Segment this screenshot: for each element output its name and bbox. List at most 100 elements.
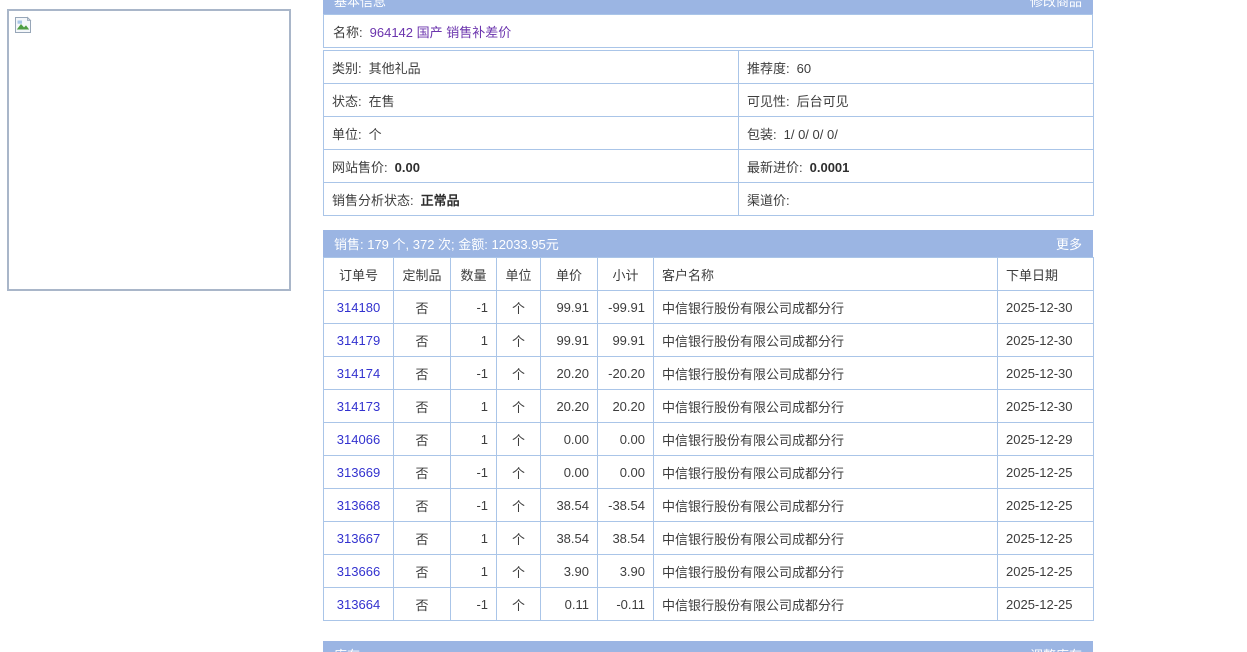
customized-cell: 否 [394, 423, 451, 456]
header-unit-price: 单价 [541, 258, 598, 291]
order-link[interactable]: 314066 [337, 432, 380, 447]
edit-product-link[interactable]: 修改商品 [1030, 0, 1082, 10]
broken-image-icon [13, 15, 33, 35]
header-customer: 客户名称 [654, 258, 998, 291]
order-row: 314173 否 1 个 20.20 20.20 中信银行股份有限公司成都分行 … [324, 390, 1094, 423]
site-price-value: 0.00 [395, 160, 420, 175]
channel-price-cell: 渠道价: [739, 183, 1094, 216]
order-date-cell: 2025-12-25 [998, 555, 1094, 588]
header-customized: 定制品 [394, 258, 451, 291]
order-date-cell: 2025-12-25 [998, 489, 1094, 522]
quantity-cell: -1 [451, 588, 497, 621]
order-date-cell: 2025-12-25 [998, 588, 1094, 621]
unit-cell: 个 [497, 456, 541, 489]
order-link[interactable]: 314173 [337, 399, 380, 414]
order-row: 313666 否 1 个 3.90 3.90 中信银行股份有限公司成都分行 20… [324, 555, 1094, 588]
order-link[interactable]: 313669 [337, 465, 380, 480]
quantity-cell: 1 [451, 555, 497, 588]
unit-cell: 个 [497, 489, 541, 522]
info-row-category: 类别:其他礼品 推荐度:60 [324, 51, 1094, 84]
product-name-link[interactable]: 964142 国产 销售补差价 [370, 22, 512, 41]
visibility-cell: 可见性:后台可见 [739, 84, 1094, 117]
order-link[interactable]: 313666 [337, 564, 380, 579]
unit-cell: 个 [497, 390, 541, 423]
unit-price-cell: 0.11 [541, 588, 598, 621]
site-price-cell: 网站售价: 0.00 [324, 150, 739, 183]
unit-price-cell: 20.20 [541, 357, 598, 390]
quantity-cell: 1 [451, 423, 497, 456]
order-row: 314066 否 1 个 0.00 0.00 中信银行股份有限公司成都分行 20… [324, 423, 1094, 456]
quantity-cell: 1 [451, 324, 497, 357]
package-value: 1/ 0/ 0/ 0/ [784, 127, 838, 142]
order-link[interactable]: 313667 [337, 531, 380, 546]
order-link[interactable]: 313668 [337, 498, 380, 513]
latest-cost-cell: 最新进价:0.0001 [739, 150, 1094, 183]
unit-label: 单位: [332, 127, 362, 142]
subtotal-cell: 0.00 [598, 423, 654, 456]
header-quantity: 数量 [451, 258, 497, 291]
unit-price-cell: 0.00 [541, 423, 598, 456]
customer-cell: 中信银行股份有限公司成都分行 [654, 456, 998, 489]
inventory-action-link[interactable]: 调整库存 [1030, 645, 1082, 652]
customized-cell: 否 [394, 522, 451, 555]
quantity-cell: -1 [451, 489, 497, 522]
status-cell: 状态:在售 [324, 84, 739, 117]
category-value: 其他礼品 [369, 61, 421, 76]
order-no-cell: 313667 [324, 522, 394, 555]
subtotal-cell: 0.00 [598, 456, 654, 489]
order-no-cell: 313664 [324, 588, 394, 621]
sales-orders-table: 订单号 定制品 数量 单位 单价 小计 客户名称 下单日期 314180 否 -… [323, 257, 1094, 621]
unit-cell: 个 [497, 588, 541, 621]
sales-more-link[interactable]: 更多 [1056, 234, 1082, 253]
subtotal-cell: -38.54 [598, 489, 654, 522]
info-row-price: 网站售价: 0.00 最新进价:0.0001 [324, 150, 1094, 183]
customer-cell: 中信银行股份有限公司成都分行 [654, 357, 998, 390]
customer-cell: 中信银行股份有限公司成都分行 [654, 324, 998, 357]
quantity-cell: -1 [451, 291, 497, 324]
header-subtotal: 小计 [598, 258, 654, 291]
recommend-cell: 推荐度:60 [739, 51, 1094, 84]
order-no-cell: 313669 [324, 456, 394, 489]
unit-cell: 单位: 个 [324, 117, 739, 150]
sales-section-bar: 销售: 179 个, 372 次; 金额: 12033.95元 更多 [323, 230, 1093, 257]
customized-cell: 否 [394, 291, 451, 324]
customer-cell: 中信银行股份有限公司成都分行 [654, 555, 998, 588]
unit-value: 个 [369, 127, 382, 142]
visibility-value: 后台可见 [797, 94, 849, 109]
order-row: 314180 否 -1 个 99.91 -99.91 中信银行股份有限公司成都分… [324, 291, 1094, 324]
info-row-unit: 单位: 个 包装: 1/ 0/ 0/ 0/ [324, 117, 1094, 150]
unit-price-cell: 3.90 [541, 555, 598, 588]
product-image-placeholder [7, 9, 291, 291]
basic-info-section-bar: 基本信息 修改商品 [323, 0, 1093, 14]
info-row-status: 状态:在售 可见性:后台可见 [324, 84, 1094, 117]
order-link[interactable]: 314179 [337, 333, 380, 348]
unit-price-cell: 99.91 [541, 291, 598, 324]
quantity-cell: -1 [451, 357, 497, 390]
order-date-cell: 2025-12-30 [998, 357, 1094, 390]
order-no-cell: 313668 [324, 489, 394, 522]
sales-summary-title: 销售: 179 个, 372 次; 金额: 12033.95元 [334, 234, 559, 253]
customer-cell: 中信银行股份有限公司成都分行 [654, 291, 998, 324]
inventory-title: 库存: [334, 645, 364, 652]
sales-analysis-value: 正常品 [421, 193, 460, 208]
unit-price-cell: 38.54 [541, 489, 598, 522]
order-link[interactable]: 313664 [337, 597, 380, 612]
product-detail-page: 基本信息 修改商品 名称: 964142 国产 销售补差价 类别:其他礼品 推荐… [0, 0, 1247, 652]
quantity-cell: 1 [451, 390, 497, 423]
site-price-label: 网站售价: [332, 160, 388, 175]
recommend-label: 推荐度: [747, 61, 790, 76]
package-cell: 包装: 1/ 0/ 0/ 0/ [739, 117, 1094, 150]
customized-cell: 否 [394, 588, 451, 621]
unit-price-cell: 99.91 [541, 324, 598, 357]
header-unit: 单位 [497, 258, 541, 291]
subtotal-cell: -20.20 [598, 357, 654, 390]
unit-price-cell: 0.00 [541, 456, 598, 489]
order-link[interactable]: 314174 [337, 366, 380, 381]
customer-cell: 中信银行股份有限公司成都分行 [654, 390, 998, 423]
unit-cell: 个 [497, 522, 541, 555]
subtotal-cell: 20.20 [598, 390, 654, 423]
package-label: 包装: [747, 127, 777, 142]
order-link[interactable]: 314180 [337, 300, 380, 315]
order-no-cell: 314173 [324, 390, 394, 423]
header-order-date: 下单日期 [998, 258, 1094, 291]
